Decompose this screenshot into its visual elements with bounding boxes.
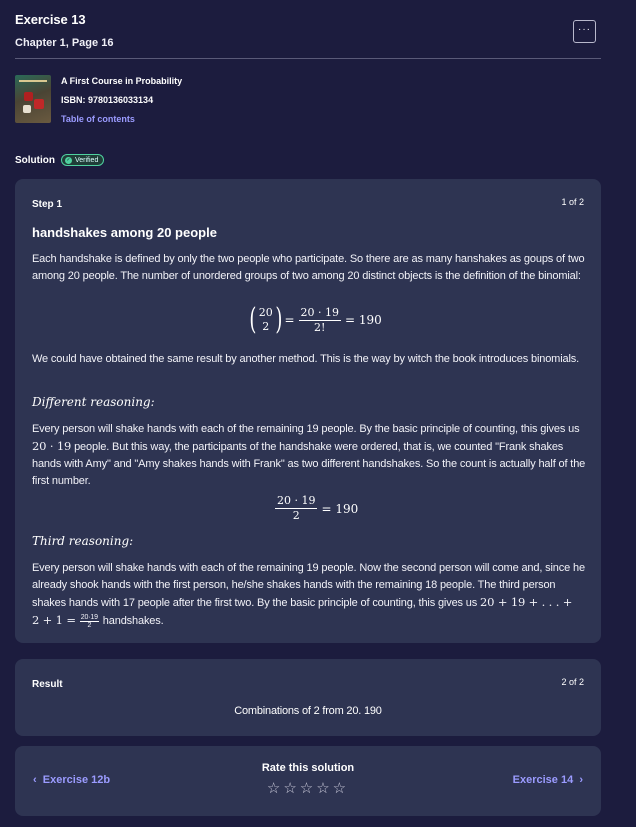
navigation-card: ‹ Exercise 12b Rate this solution ☆☆☆☆☆ … xyxy=(15,746,601,816)
fraction-numerator: 20 · 19 xyxy=(275,494,318,509)
formula-result: = 190 xyxy=(321,501,359,516)
result-label: Result xyxy=(32,679,63,690)
step-paragraph-4: Every person will shake hands with each … xyxy=(32,562,585,629)
step-1-card: Step 1 1 of 2 handshakes among 20 people… xyxy=(15,179,601,643)
book-cover-image[interactable] xyxy=(15,75,51,123)
chevron-right-icon: › xyxy=(579,774,583,786)
inline-math: 20 · 19 xyxy=(32,439,72,453)
binomial-bottom: 2 xyxy=(262,320,270,333)
fraction-numerator: 20 · 19 xyxy=(298,305,341,321)
exercise-header: Exercise 13 Chapter 1, Page 16 xyxy=(15,12,601,49)
step-paragraph-3: Every person will shake hands with each … xyxy=(32,423,586,487)
header-divider xyxy=(15,58,601,59)
exercise-title: Exercise 13 xyxy=(15,12,86,27)
more-options-button[interactable]: ··· xyxy=(573,20,596,43)
step-heading: handshakes among 20 people xyxy=(32,225,217,240)
step-paragraph-1: Each handshake is defined by only the tw… xyxy=(32,253,585,282)
fraction-denominator: 2 xyxy=(292,509,300,522)
book-isbn: ISBN: 9780136033134 xyxy=(61,95,154,105)
result-card: Result 2 of 2 Combinations of 2 from 20.… xyxy=(15,659,601,736)
check-icon: ✓ xyxy=(65,156,72,164)
half-formula: 20 · 19 2 = 190 xyxy=(271,494,358,523)
formula-equals: = xyxy=(284,313,295,327)
book-title[interactable]: A First Course in Probability xyxy=(61,76,182,86)
next-exercise-link[interactable]: Exercise 14 › xyxy=(513,774,583,786)
table-of-contents-link[interactable]: Table of contents xyxy=(61,114,135,124)
step-count: 1 of 2 xyxy=(561,197,584,207)
step-label: Step 1 xyxy=(32,199,63,210)
fraction-denominator: 2! xyxy=(314,320,326,334)
result-text: Combinations of 2 from 20. 190 xyxy=(234,705,382,717)
verified-label: Verified xyxy=(75,156,99,164)
subheading-third-reasoning: Third reasoning: xyxy=(32,534,134,548)
solution-label: Solution xyxy=(15,154,55,166)
formula-result: = 190 xyxy=(344,313,382,327)
binomial-top: 20 xyxy=(258,306,273,319)
binomial-formula: ( 20 2 ) = 20 · 19 2! = 190 xyxy=(249,302,382,337)
exercise-subtitle: Chapter 1, Page 16 xyxy=(15,37,114,49)
result-count: 2 of 2 xyxy=(561,677,584,687)
rate-solution-title: Rate this solution xyxy=(261,762,355,774)
step-paragraph-2: We could have obtained the same result b… xyxy=(32,353,580,365)
verified-badge: ✓ Verified xyxy=(61,154,105,166)
solution-header: Solution ✓ Verified xyxy=(15,154,105,166)
subheading-different-reasoning: Different reasoning: xyxy=(32,395,155,409)
